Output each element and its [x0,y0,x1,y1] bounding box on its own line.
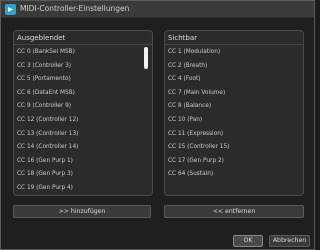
cancel-button[interactable]: Abbrechen [269,235,310,247]
hidden-list-scrollbar[interactable] [144,47,148,191]
list-item[interactable]: CC 4 (Foot) [168,76,201,89]
visible-controllers-list[interactable]: CC 1 (Modulation) CC 2 (Breath) CC 4 (Foot… [165,45,303,195]
ok-button[interactable]: OK [233,235,263,247]
list-item[interactable]: CC 3 (Controller 3) [17,63,71,76]
list-item[interactable]: CC 5 (Portamento) [17,76,71,89]
hidden-controllers-list[interactable]: CC 0 (BankSel MSB) CC 3 (Controller 3) CC … [14,45,152,195]
title-bar[interactable]: MIDI-Controller-Einstellungen [1,1,314,18]
list-item[interactable]: CC 14 (Controller 14) [17,144,78,157]
list-item[interactable]: CC 11 (Expression) [168,131,223,144]
hidden-controllers-panel: Ausgeblendet CC 0 (BankSel MSB) CC 3 (Con… [13,30,153,196]
visible-panel-title: Sichtbar [168,34,198,42]
list-item[interactable]: CC 0 (BankSel MSB) [17,49,75,62]
list-item[interactable]: CC 9 (Controller 9) [17,103,71,116]
list-item[interactable]: CC 8 (Balance) [168,103,211,116]
scrollbar-thumb[interactable] [144,47,148,69]
list-item[interactable]: CC 10 (Pan) [168,117,202,130]
list-item[interactable]: CC 13 (Controller 13) [17,131,78,144]
list-item[interactable]: CC 7 (Main Volume) [168,90,225,103]
list-item[interactable]: CC 16 (Gen Purp 1) [17,158,73,171]
list-item[interactable]: CC 1 (Modulation) [168,49,220,62]
window-title: MIDI-Controller-Einstellungen [20,4,130,13]
list-item[interactable]: CC 15 (Controller 15) [168,144,229,157]
midi-controller-settings-dialog: MIDI-Controller-Einstellungen Ausgeblend… [0,0,315,250]
list-item[interactable]: CC 2 (Breath) [168,63,207,76]
remove-button[interactable]: << entfernen [164,205,304,218]
list-item[interactable]: CC 12 (Controller 12) [17,117,78,130]
list-item[interactable]: CC 6 (DataEnt MSB) [17,90,75,103]
visible-panel-header: Sichtbar [165,31,303,45]
list-item[interactable]: CC 17 (Gen Purp 2) [168,158,224,171]
list-item[interactable]: CC 19 (Gen Purp 4) [17,185,73,195]
list-item[interactable]: CC 18 (Gen Purp 3) [17,171,73,184]
list-item[interactable]: CC 64 (Sustain) [168,171,213,184]
app-logo-icon [5,4,16,15]
hidden-panel-title: Ausgeblendet [17,34,66,42]
hidden-panel-header: Ausgeblendet [14,31,152,45]
visible-controllers-panel: Sichtbar CC 1 (Modulation) CC 2 (Breath) C… [164,30,304,196]
add-button[interactable]: >> hinzufügen [13,205,151,218]
